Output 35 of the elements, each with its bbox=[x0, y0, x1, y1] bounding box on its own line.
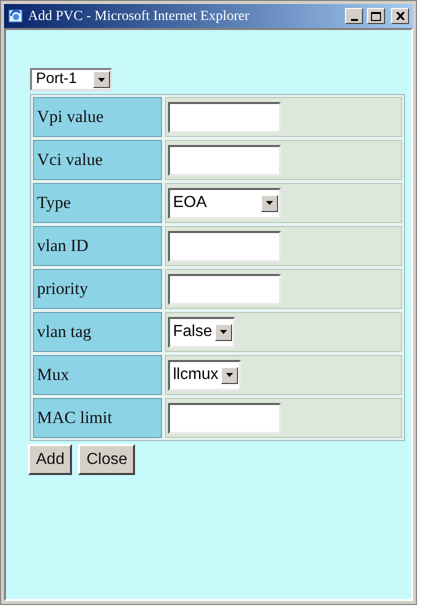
dropdown-select[interactable]: False bbox=[168, 316, 236, 348]
field-label: Vci value bbox=[33, 140, 162, 180]
form-button[interactable]: Close bbox=[78, 444, 136, 475]
field-label: vlan ID bbox=[33, 226, 162, 266]
input-field[interactable] bbox=[168, 102, 281, 132]
field-label: Type bbox=[33, 183, 162, 223]
dropdown-select[interactable]: llcmux bbox=[168, 360, 242, 390]
field-label: MAC limit bbox=[33, 398, 162, 438]
close-window-button[interactable] bbox=[391, 8, 409, 24]
minimize-icon bbox=[350, 19, 358, 21]
input-field[interactable] bbox=[168, 274, 281, 304]
field-label: priority bbox=[33, 269, 162, 309]
dropdown-arrow-button[interactable] bbox=[261, 194, 278, 212]
caret-icon bbox=[220, 330, 228, 334]
dropdown-select[interactable]: EOA bbox=[168, 188, 281, 218]
input-field[interactable] bbox=[168, 230, 281, 262]
dropdown-arrow-button[interactable] bbox=[221, 366, 238, 384]
caret-icon bbox=[226, 373, 234, 377]
port-select[interactable]: Port-1 bbox=[30, 68, 112, 91]
dropdown-arrow-button[interactable] bbox=[93, 71, 110, 88]
field-label: Mux bbox=[33, 355, 162, 395]
input-field[interactable] bbox=[168, 402, 281, 434]
field-label: vlan tag bbox=[33, 312, 162, 352]
minimize-button[interactable] bbox=[345, 8, 363, 24]
close-icon bbox=[396, 12, 404, 20]
caret-icon bbox=[266, 201, 273, 205]
window-title: Add PVC - Microsoft Internet Explorer bbox=[28, 8, 250, 26]
maximize-button[interactable] bbox=[367, 8, 385, 24]
caret-icon bbox=[98, 78, 105, 82]
browser-icon bbox=[8, 8, 24, 24]
field-label: Vpi value bbox=[33, 97, 162, 137]
dropdown-arrow-button[interactable] bbox=[215, 324, 232, 340]
maximize-icon bbox=[371, 12, 381, 20]
input-field[interactable] bbox=[168, 144, 281, 176]
form-button[interactable]: Add bbox=[28, 444, 72, 475]
